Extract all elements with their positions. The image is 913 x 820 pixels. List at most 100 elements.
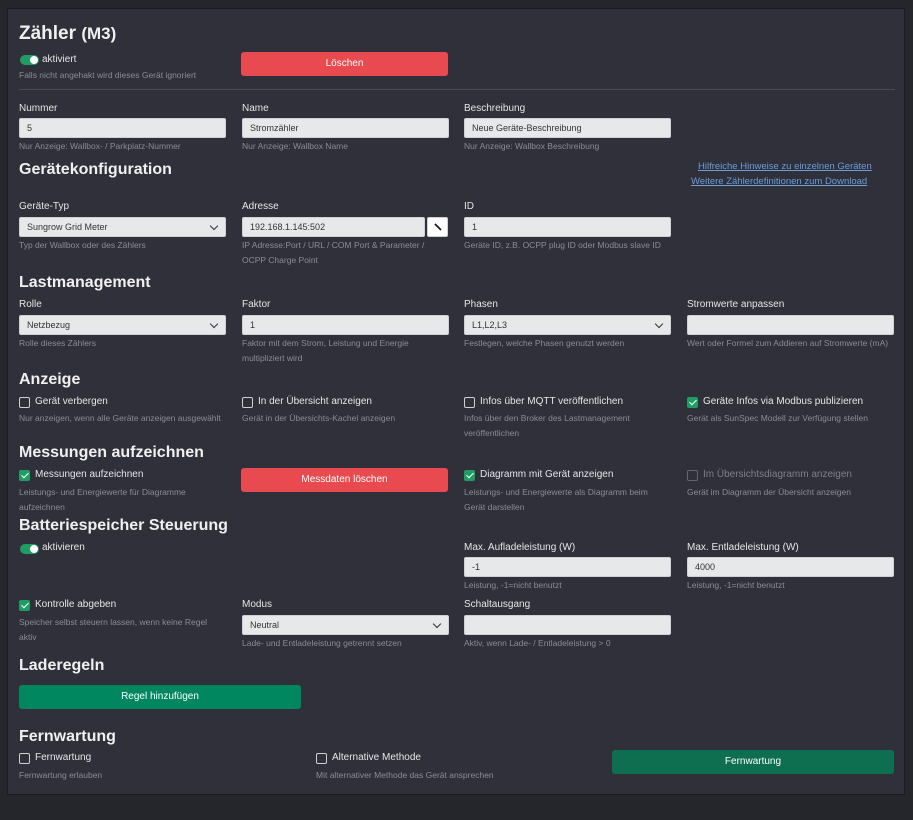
output-input[interactable] xyxy=(464,615,671,635)
wand-icon xyxy=(434,223,442,231)
output-hint: Aktiv, wenn Lade- / Entladeleistung > 0 xyxy=(464,638,611,648)
strom-input[interactable] xyxy=(687,315,894,335)
strom-label: Stromwerte anpassen xyxy=(687,299,785,310)
nummer-input[interactable]: 5 xyxy=(19,118,226,138)
typ-select[interactable]: Sungrow Grid Meter xyxy=(19,217,226,237)
rolle-select[interactable]: Netzbezug xyxy=(19,315,226,335)
name-label: Name xyxy=(242,103,269,114)
max-discharge-hint: Leistung, -1=nicht benutzt xyxy=(687,580,785,590)
delete-measurements-button[interactable]: Messdaten löschen xyxy=(241,468,448,492)
divider xyxy=(19,89,895,90)
diagram-checkbox[interactable] xyxy=(464,470,475,481)
mqtt-checkbox[interactable] xyxy=(464,397,475,408)
output-label: Schaltausgang xyxy=(464,599,531,610)
title-text: Zähler xyxy=(19,23,77,44)
nummer-label: Nummer xyxy=(19,103,58,114)
hide-label: Gerät verbergen xyxy=(35,396,108,407)
adresse-label: Adresse xyxy=(242,201,279,212)
overview-diagram-hint: Gerät im Diagramm der Übersicht anzeigen xyxy=(687,487,851,497)
max-charge-hint: Leistung, -1=nicht benutzt xyxy=(464,580,562,590)
diagram-label: Diagramm mit Gerät anzeigen xyxy=(480,469,614,480)
meter-definitions-link[interactable]: Weitere Zählerdefinitionen zum Download xyxy=(691,176,867,187)
beschreibung-input[interactable]: Neue Geräte-Beschreibung xyxy=(464,118,671,138)
control-hint-2: aktiv xyxy=(19,632,37,642)
measure-heading: Messungen aufzeichnen xyxy=(19,444,204,461)
strom-hint: Wert oder Formel zum Addieren auf Stromw… xyxy=(687,338,889,348)
phasen-label: Phasen xyxy=(464,299,498,310)
alt-method-hint: Mit alternativer Methode das Gerät anspr… xyxy=(316,770,494,780)
id-hint: Geräte ID, z.B. OCPP plug ID oder Modbus… xyxy=(464,240,661,250)
enabled-toggle[interactable] xyxy=(20,55,39,65)
record-hint-2: aufzeichnen xyxy=(19,502,65,512)
display-heading: Anzeige xyxy=(19,371,81,388)
modus-select-value: Neutral xyxy=(250,620,280,630)
control-hint: Speicher selbst steuern lassen, wenn kei… xyxy=(19,617,208,627)
load-heading: Lastmanagement xyxy=(19,274,151,291)
id-label: ID xyxy=(464,201,474,212)
overview-diagram-label: Im Übersichtsdiagramm anzeigen xyxy=(703,469,852,480)
rules-heading: Laderegeln xyxy=(19,657,105,674)
faktor-hint-2: multipliziert wird xyxy=(242,353,303,363)
name-hint: Nur Anzeige: Wallbox Name xyxy=(242,141,348,151)
device-hints-link[interactable]: Hilfreiche Hinweise zu einzelnen Geräten xyxy=(698,161,872,172)
remote-heading: Fernwartung xyxy=(19,728,116,745)
control-label: Kontrolle abgeben xyxy=(35,599,117,610)
beschreibung-hint: Nur Anzeige: Wallbox Beschreibung xyxy=(464,141,600,151)
adresse-hint: IP Adresse:Port / URL / COM Port & Param… xyxy=(242,240,425,250)
record-hint: Leistungs- und Energiewerte für Diagramm… xyxy=(19,487,186,497)
beschreibung-label: Beschreibung xyxy=(464,103,526,114)
name-input[interactable]: Stromzähler xyxy=(242,118,449,138)
modbus-checkbox[interactable] xyxy=(687,397,698,408)
record-label: Messungen aufzeichnen xyxy=(35,469,144,480)
alt-method-label: Alternative Methode xyxy=(332,752,421,763)
remote-allow-hint: Fernwartung erlauben xyxy=(19,770,103,780)
adresse-input[interactable]: 192.168.1.145:502 xyxy=(242,217,425,237)
typ-label: Geräte-Typ xyxy=(19,201,70,212)
modus-label: Modus xyxy=(242,599,273,610)
max-discharge-label: Max. Entladeleistung (W) xyxy=(687,542,799,553)
mqtt-hint: Infos über den Broker des Lastmanagement xyxy=(464,413,630,423)
adresse-hint-2: OCPP Charge Point xyxy=(242,255,318,265)
faktor-label: Faktor xyxy=(242,299,271,310)
remote-button[interactable]: Fernwartung xyxy=(612,750,894,774)
diagram-hint-2: Gerät darstellen xyxy=(464,502,525,512)
faktor-input[interactable]: 1 xyxy=(242,315,449,335)
alt-method-checkbox[interactable] xyxy=(316,753,327,764)
add-rule-button[interactable]: Regel hinzufügen xyxy=(19,685,301,709)
battery-toggle[interactable] xyxy=(20,544,39,554)
mqtt-label: Infos über MQTT veröffentlichen xyxy=(480,396,624,407)
control-checkbox[interactable] xyxy=(19,600,30,611)
max-discharge-input[interactable]: 4000 xyxy=(687,557,894,577)
delete-button[interactable]: Löschen xyxy=(241,52,448,76)
max-charge-label: Max. Aufladeleistung (W) xyxy=(464,542,576,553)
id-input[interactable]: 1 xyxy=(464,217,671,237)
page-title: Zähler (M3) xyxy=(19,23,116,45)
battery-toggle-label: aktivieren xyxy=(42,542,85,553)
enabled-toggle-hint: Falls nicht angehakt wird dieses Gerät i… xyxy=(19,70,197,80)
config-heading: Gerätekonfiguration xyxy=(19,161,172,178)
overview-checkbox[interactable] xyxy=(242,397,253,408)
overview-label: In der Übersicht anzeigen xyxy=(258,396,372,407)
remote-allow-checkbox[interactable] xyxy=(19,753,30,764)
max-charge-input[interactable]: -1 xyxy=(464,557,671,577)
typ-select-value: Sungrow Grid Meter xyxy=(27,222,108,232)
phasen-hint: Festlegen, welche Phasen genutzt werden xyxy=(464,338,625,348)
modus-hint: Lade- und Entladeleistung getrennt setze… xyxy=(242,638,402,648)
diagram-hint: Leistungs- und Energiewerte als Diagramm… xyxy=(464,487,648,497)
overview-diagram-checkbox[interactable] xyxy=(687,470,698,481)
battery-heading: Batteriespeicher Steuerung xyxy=(19,517,228,534)
modbus-label: Geräte Infos via Modbus publizieren xyxy=(703,396,864,407)
scan-button[interactable] xyxy=(427,217,448,237)
modus-select[interactable]: Neutral xyxy=(242,615,449,635)
typ-hint: Typ der Wallbox oder des Zählers xyxy=(19,240,146,250)
rolle-hint: Rolle dieses Zählers xyxy=(19,338,97,348)
phasen-select[interactable]: L1,L2,L3 xyxy=(464,315,671,335)
hide-checkbox[interactable] xyxy=(19,397,30,408)
enabled-toggle-label: aktiviert xyxy=(42,54,77,65)
modbus-hint: Gerät als SunSpec Modell zur Verfügung s… xyxy=(687,413,868,423)
record-checkbox[interactable] xyxy=(19,470,30,481)
title-subtitle: (M3) xyxy=(81,24,117,43)
hide-hint: Nur anzeigen, wenn alle Geräte anzeigen … xyxy=(19,413,221,423)
faktor-hint: Faktor mit dem Strom, Leistung und Energ… xyxy=(242,338,409,348)
rolle-select-value: Netzbezug xyxy=(27,320,71,330)
